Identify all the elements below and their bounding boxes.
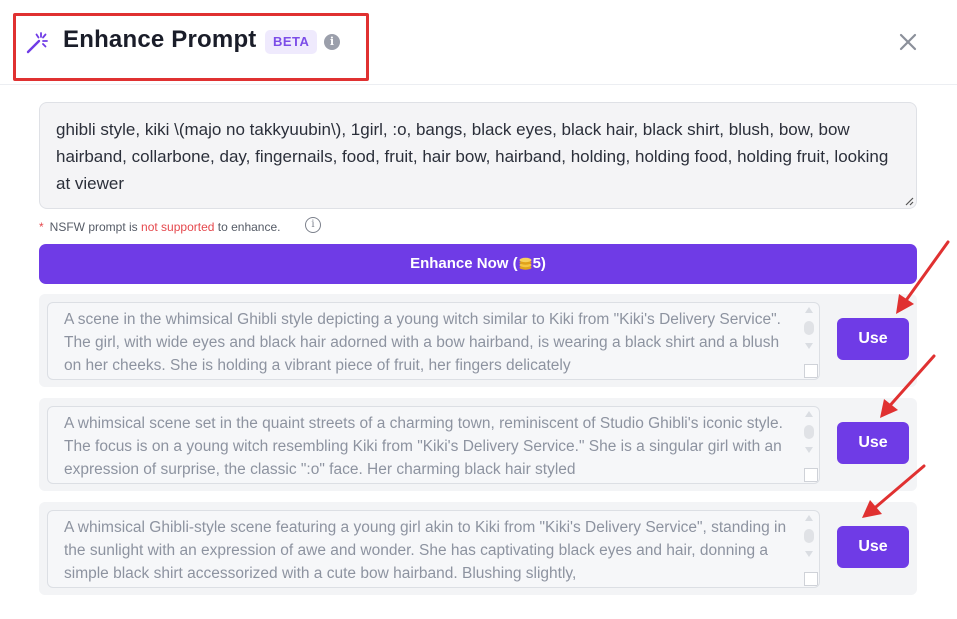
enhance-cost: 5 <box>532 255 541 272</box>
resize-handle[interactable] <box>804 572 818 586</box>
scrollbar[interactable] <box>803 411 815 455</box>
result-textarea-1[interactable]: A scene in the whimsical Ghibli style de… <box>47 302 820 380</box>
enhance-label-before: Enhance Now ( <box>410 255 518 272</box>
dialog-title: Enhance Prompt <box>63 26 257 53</box>
info-icon[interactable]: i <box>324 34 340 50</box>
result-text-3: A whimsical Ghibli-style scene featuring… <box>64 519 787 582</box>
result-text-2: A whimsical scene set in the quaint stre… <box>64 415 783 478</box>
enhance-now-button[interactable]: Enhance Now ( 5) <box>39 244 917 284</box>
notice-highlight: not supported <box>141 220 215 234</box>
use-button-1[interactable]: Use <box>837 318 909 360</box>
notice-info-icon[interactable]: i <box>305 217 321 233</box>
beta-badge: BETA <box>265 30 318 54</box>
result-textarea-2[interactable]: A whimsical scene set in the quaint stre… <box>47 406 820 484</box>
notice-text-before: NSFW prompt is <box>49 220 138 234</box>
use-button-3[interactable]: Use <box>837 526 909 568</box>
magic-wand-icon <box>26 32 48 54</box>
close-icon[interactable] <box>896 30 920 54</box>
resize-handle[interactable] <box>804 468 818 482</box>
nsfw-notice: * NSFW prompt is not supported to enhance… <box>39 219 280 235</box>
required-asterisk: * <box>39 220 44 234</box>
result-text-1: A scene in the whimsical Ghibli style de… <box>64 311 781 374</box>
coin-stack-icon <box>519 257 532 270</box>
notice-text-after: to enhance. <box>217 220 281 234</box>
enhance-label-after: ) <box>540 255 546 272</box>
dialog-header: Enhance Prompt BETA i <box>0 0 957 85</box>
resize-handle[interactable] <box>804 364 818 378</box>
prompt-input[interactable]: ghibli style, kiki \(majo no takkyuubin\… <box>39 102 917 209</box>
use-button-2[interactable]: Use <box>837 422 909 464</box>
result-textarea-3[interactable]: A whimsical Ghibli-style scene featuring… <box>47 510 820 588</box>
result-card-3: A whimsical Ghibli-style scene featuring… <box>39 502 917 595</box>
result-card-2: A whimsical scene set in the quaint stre… <box>39 398 917 491</box>
result-card-1: A scene in the whimsical Ghibli style de… <box>39 294 917 387</box>
scrollbar[interactable] <box>803 515 815 559</box>
scrollbar[interactable] <box>803 307 815 351</box>
